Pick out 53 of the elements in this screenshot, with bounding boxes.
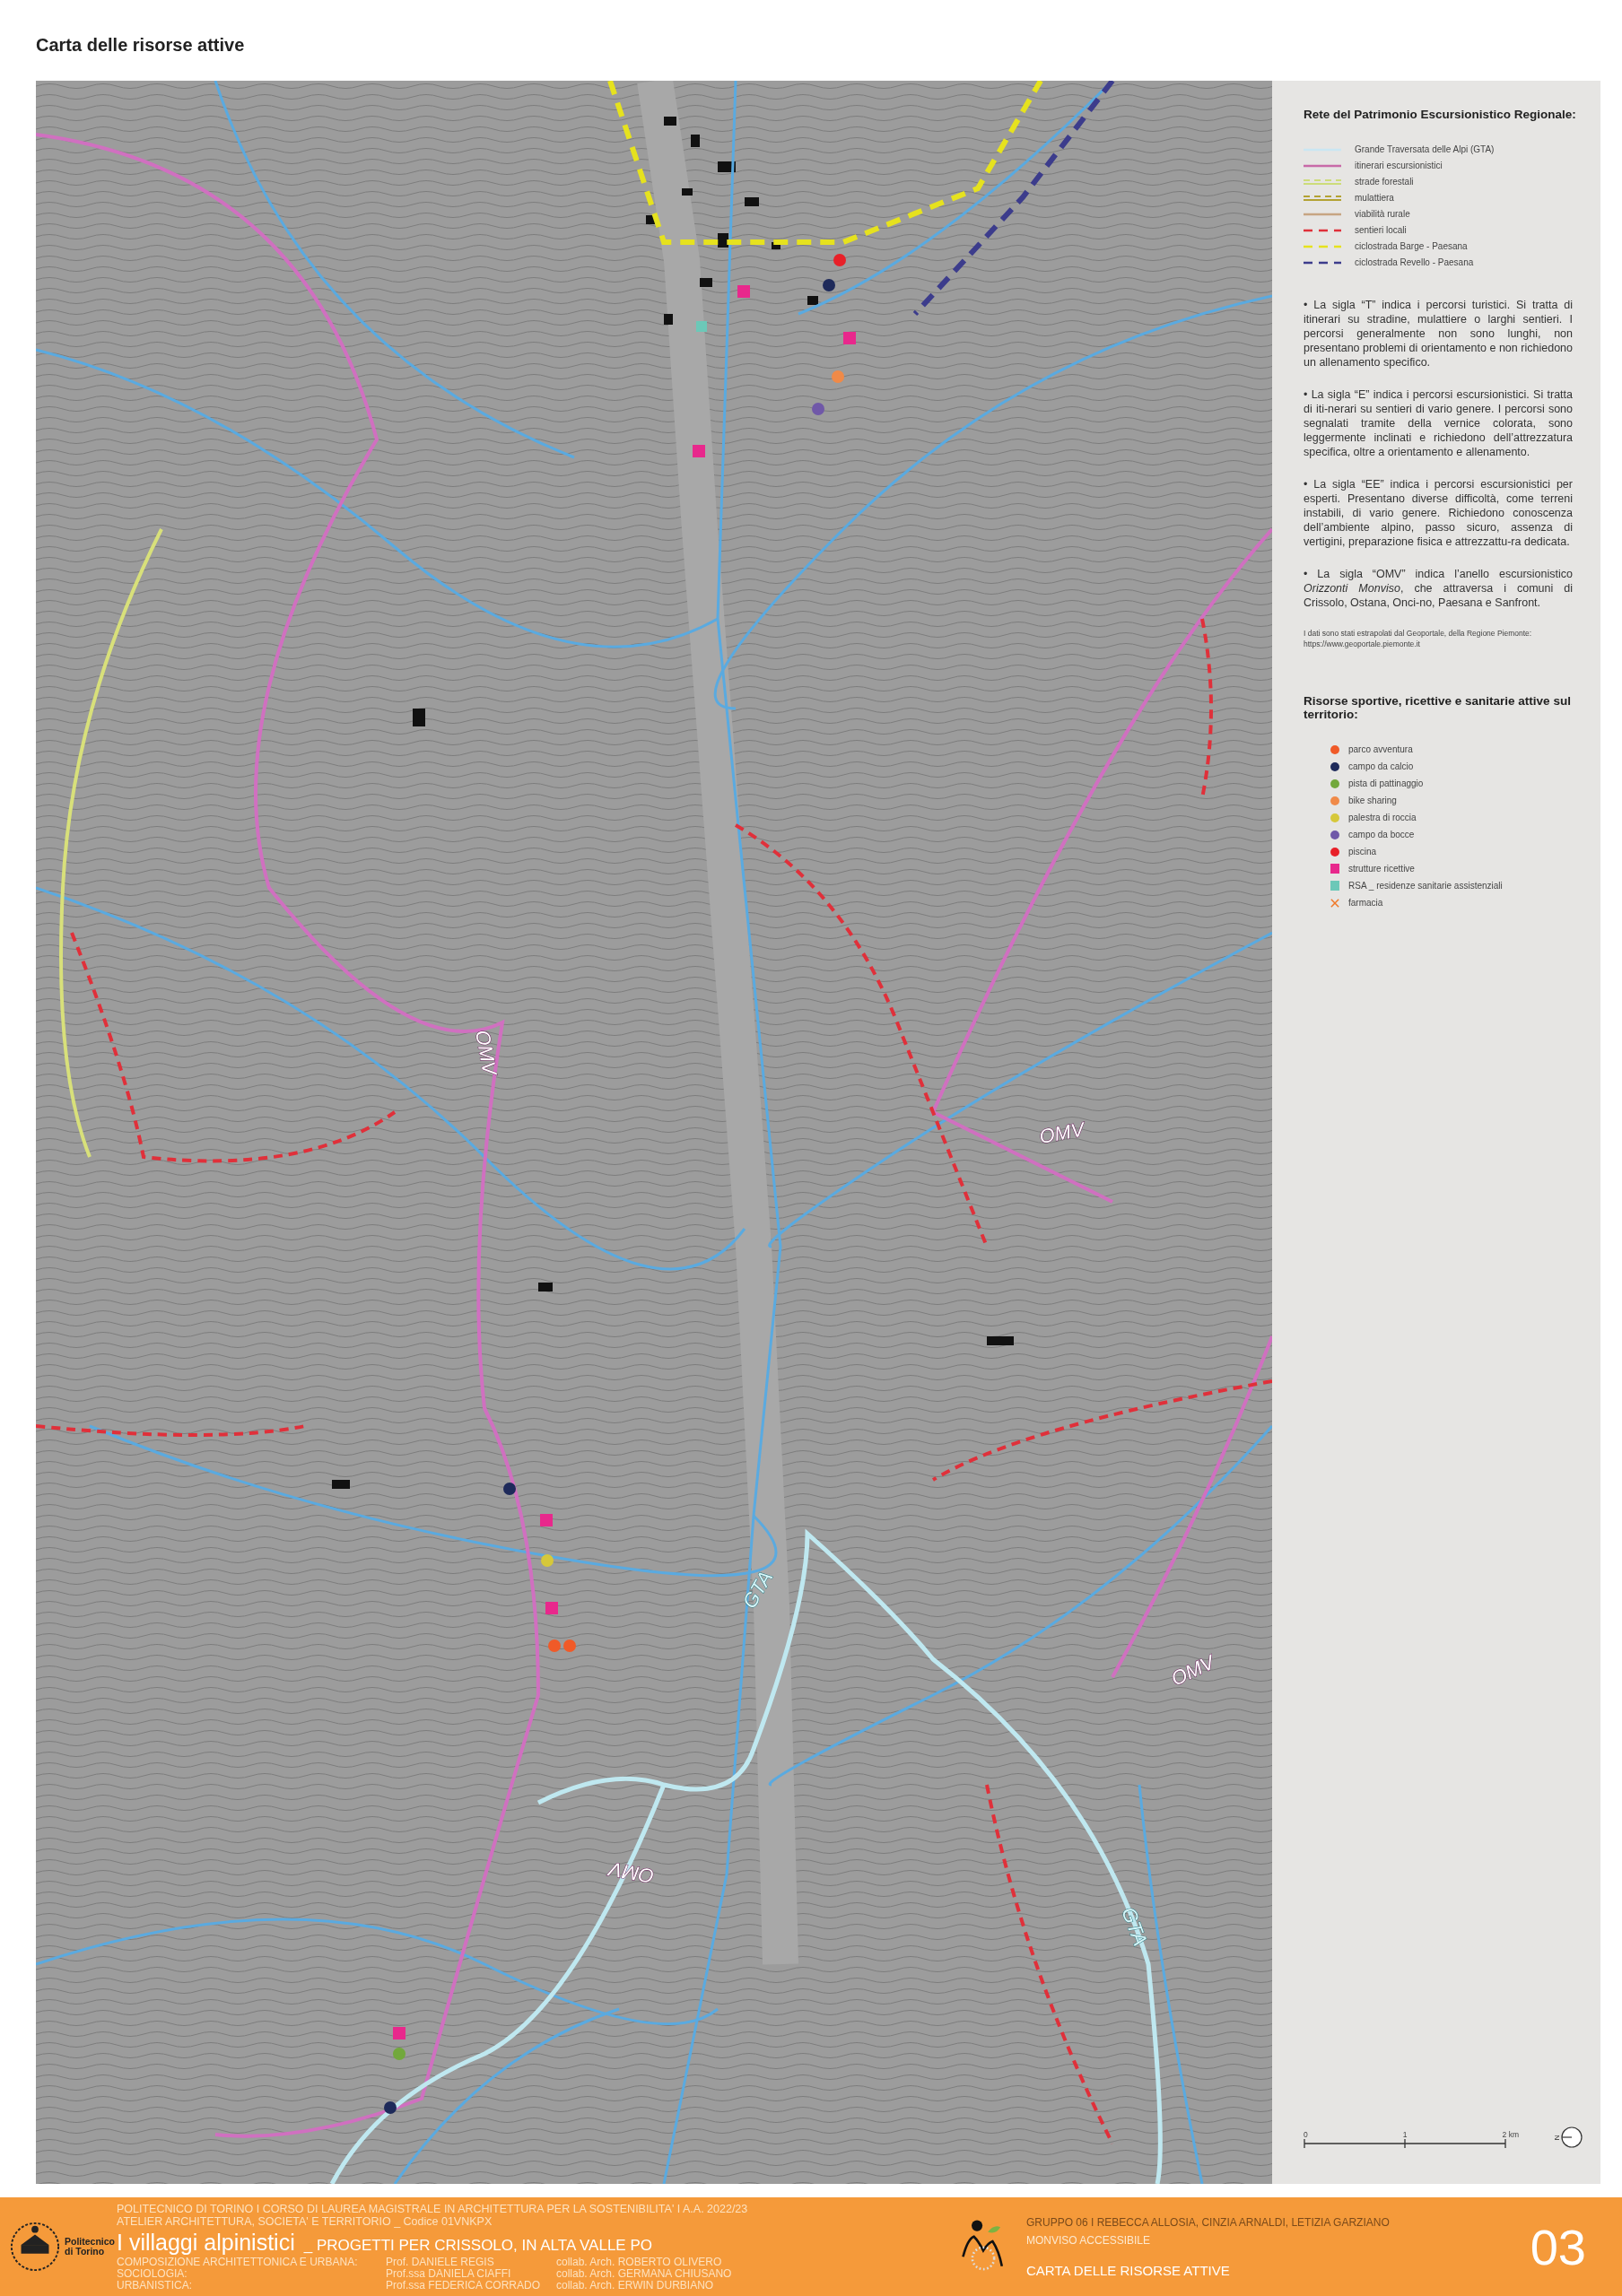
scale-label: 1: [1402, 2130, 1408, 2139]
collaborator-name: collab. Arch. GERMANA CHIUSANO: [556, 2267, 733, 2280]
legend-note: • La sigla “OMV” indica l’anello escursionistico Orizzonti Monviso, che attraversa i comuni di Crissolo, Ostana, Onci-no, Paesana e Sanfront.: [1304, 567, 1573, 610]
legend-note: • La sigla “T” indica i percorsi turistici. Si tratta di itinerari su stradine, mulattiere o larghi sentieri. I percorsi generalmente non sono lunghi, non presentano problemi di orientamento e non richiedono un allenamento specifico.: [1304, 298, 1573, 370]
legend-label: mulattiera: [1355, 193, 1394, 203]
collaborator-name: collab. Arch. ROBERTO OLIVERO: [556, 2256, 723, 2268]
legend-label: campo da bocce: [1348, 830, 1415, 839]
professor-name: Prof.ssa FEDERICA CORRADO: [386, 2279, 542, 2292]
source-note: I dati sono stati estrapolati dal Geoportale, della Regione Piemonte: https://www.geoportale.piemonte.it: [1304, 628, 1533, 649]
project-title: I villaggi alpinistici: [117, 2229, 295, 2255]
legend-note: • La sigla “E” indica i percorsi escursionistici. Si tratta di iti-nerari su sentieri di vario genere. I percorsi sono segnalati tramite della vernice colorata, sono leggermente inclinati e richiedono dell’attrezzatura specifica, oltre a orientamento e allenamento.: [1304, 387, 1573, 459]
route-label: OMV: [1167, 1650, 1218, 1691]
route-label: GTA: [1117, 1904, 1152, 1949]
legend-label: viabilità rurale: [1355, 209, 1410, 219]
project-subtitle: _ PROGETTI PER CRISSOLO, IN ALTA VALLE PO: [303, 2236, 652, 2255]
sheet-number: 03: [1530, 2217, 1586, 2276]
legend-label: piscina: [1348, 847, 1377, 857]
legend-label: farmacia: [1348, 898, 1383, 908]
legend-heading: Rete del Patrimonio Escursionistico Regionale:: [1304, 108, 1577, 121]
sheet-title: CARTA DELLE RISORSE ATTIVE: [1026, 2262, 1231, 2278]
professor-name: Prof. DANIELE REGIS: [386, 2256, 495, 2268]
legend-label: bike sharing: [1348, 796, 1397, 805]
legend-label: strade forestali: [1355, 177, 1414, 187]
route-label: OMV: [1037, 1118, 1086, 1148]
scale-label: 0: [1304, 2130, 1308, 2139]
scale-label: 2 km: [1502, 2130, 1519, 2139]
legend-note: • La sigla “EE” indica i percorsi escursionistici per esperti. Presentano diverse difficoltà, come terreni instabili, di vario genere. Richiedono conoscenza dell’ambiente alpino, passo sicuro, assenza di vertigini, preparazione fisica e attrezzattu-ra dedicata.: [1304, 477, 1573, 549]
subject-label: URBANISTICA:: [117, 2279, 193, 2292]
legend-label: parco avventura: [1348, 744, 1413, 754]
route-label: OMV: [607, 1857, 656, 1888]
subject-label: SOCIOLOGIA:: [117, 2267, 188, 2280]
legend-label: palestra di roccia: [1348, 813, 1417, 822]
university-name: Politecnico di Torino: [65, 2237, 114, 2257]
project-name: MONVISO ACCESSIBILE: [1026, 2233, 1152, 2247]
legend-heading: Risorse sportive, ricettive e sanitarie attive sul territorio:: [1304, 694, 1572, 721]
legend-label: strutture ricettive: [1348, 864, 1415, 874]
legend-label: ciclostrada Barge - Paesana: [1355, 241, 1468, 251]
group-line: GRUPPO 06 I REBECCA ALLOSIA, CINZIA ARNALDI, LETIZIA GARZIANO: [1026, 2215, 1391, 2229]
legend-label: pista di pattinaggio: [1348, 778, 1424, 788]
legend-label: itinerari escursionistici: [1355, 161, 1443, 170]
page-title: Carta delle risorse attive: [36, 34, 245, 56]
legend-label: Grande Traversata delle Alpi (GTA): [1355, 144, 1495, 154]
legend-label: campo da calcio: [1348, 761, 1414, 771]
legend-label: sentieri locali: [1355, 225, 1407, 235]
legend-label: ciclostrada Revello - Paesana: [1355, 257, 1474, 267]
professor-name: Prof.ssa DANIELA CIAFFI: [386, 2267, 512, 2280]
atelier-line: ATELIER ARCHITETTURA, SOCIETA' E TERRITORIO _ Codice 01VNKPX: [117, 2214, 493, 2228]
route-label: OMV: [471, 1028, 501, 1077]
collaborator-name: collab. Arch. ERWIN DURBIANO: [556, 2279, 715, 2292]
north-label: N: [1553, 2135, 1562, 2140]
subject-label: COMPOSIZIONE ARCHITETTONICA E URBANA:: [117, 2256, 359, 2268]
course-line: POLITECNICO DI TORINO I CORSO DI LAUREA MAGISTRALE IN ARCHITETTURA PER LA SOSTENIBILITA' I A.A. 2022/23: [117, 2202, 749, 2215]
legend-label: RSA _ residenze sanitarie assistenziali: [1348, 881, 1503, 891]
